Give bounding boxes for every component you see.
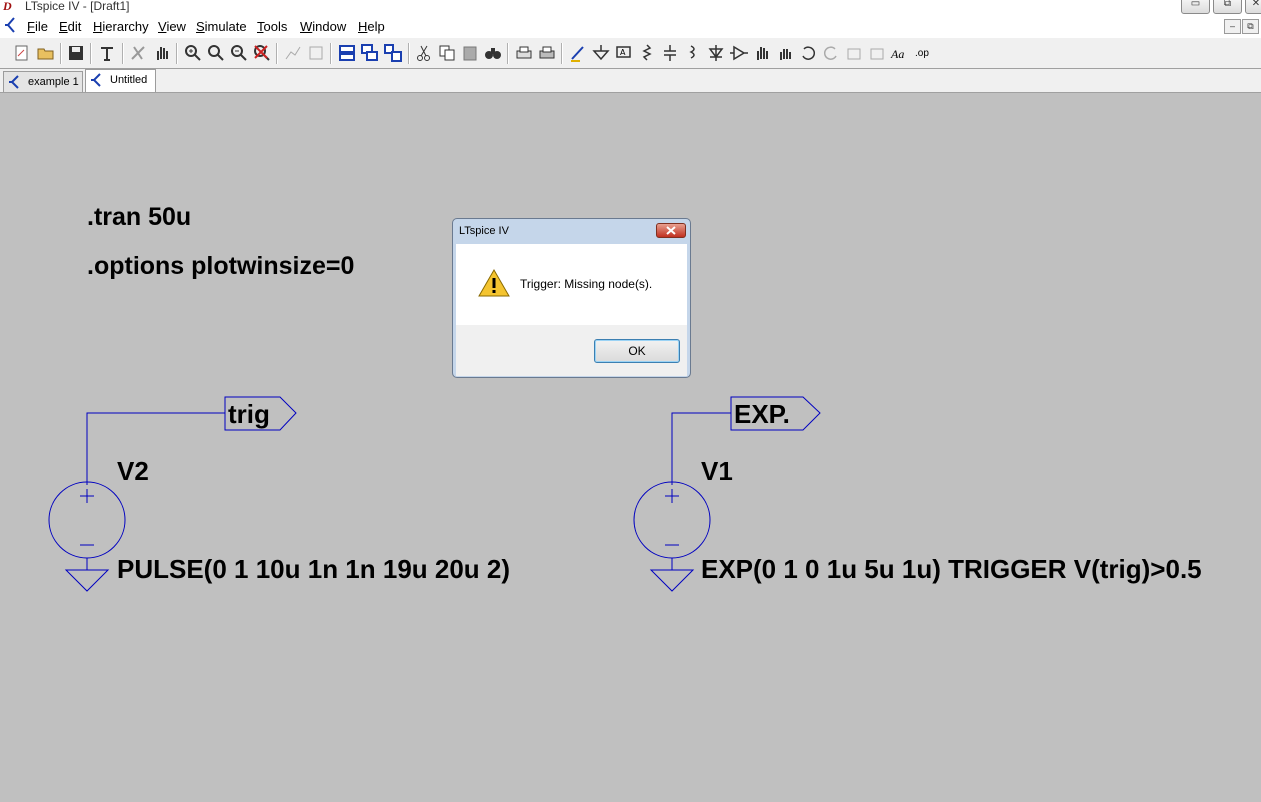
error-dialog: LTspice IV Trigger: Missing node(s). OK	[452, 218, 691, 378]
tab-bar: example 1 Untitled	[0, 69, 1261, 93]
trig-label-text: trig	[228, 399, 270, 429]
find-icon[interactable]	[483, 43, 503, 63]
schematic-icon[interactable]	[4, 17, 18, 36]
v2-voltage-source[interactable]	[48, 481, 126, 559]
dialog-body: Trigger: Missing node(s).	[456, 244, 687, 325]
tab-untitled[interactable]: Untitled	[85, 69, 156, 92]
spice-directive-icon[interactable]: .op	[915, 48, 935, 68]
schematic-icon	[91, 73, 103, 95]
v1-name[interactable]: V1	[701, 456, 733, 487]
schematic-icon	[9, 75, 21, 97]
v1-value[interactable]: EXP(0 1 0 1u 5u 1u) TRIGGER V(trig)>0.5	[701, 554, 1202, 585]
dialog-message: Trigger: Missing node(s).	[520, 277, 653, 291]
zoom-in-icon[interactable]	[183, 43, 203, 63]
resistor-icon[interactable]	[637, 43, 657, 63]
autorange-icon[interactable]	[283, 43, 303, 63]
schematic-drawing	[48, 396, 821, 592]
close-icon	[666, 226, 676, 235]
tile-horizontal-icon[interactable]	[337, 43, 357, 63]
menu-help[interactable]: Help	[358, 19, 385, 34]
tab-label: example 1	[28, 76, 79, 88]
menu-simulate[interactable]: Simulate	[196, 19, 247, 34]
ok-button[interactable]: OK	[594, 339, 680, 363]
v2-ground[interactable]	[64, 558, 110, 592]
hand-icon[interactable]	[152, 43, 172, 63]
mdi-restore-button[interactable]: ⧉	[1242, 19, 1259, 34]
spice-directive-options[interactable]: .options plotwinsize=0	[87, 252, 354, 281]
menu-bar: File Edit Hierarchy View Simulate Tools …	[0, 14, 1261, 38]
dialog-close-button[interactable]	[656, 223, 686, 238]
menu-tools[interactable]: Tools	[257, 19, 287, 34]
component-icon[interactable]	[729, 43, 749, 63]
cascade-icon[interactable]	[360, 43, 380, 63]
svg-text:A: A	[620, 48, 626, 57]
diode-icon[interactable]	[706, 43, 726, 63]
v2-value[interactable]: PULSE(0 1 10u 1n 1n 19u 20u 2)	[117, 554, 510, 585]
v1-ground[interactable]	[649, 558, 695, 592]
v1-voltage-source[interactable]	[633, 481, 711, 559]
run-icon[interactable]	[128, 43, 148, 63]
save-icon[interactable]	[66, 43, 86, 63]
window-title: LTspice IV - [Draft1]	[25, 0, 130, 13]
title-bar: D LTspice IV - [Draft1] ▭ ⧉ ✕	[0, 0, 1261, 14]
tab-example-1[interactable]: example 1	[3, 71, 83, 92]
mirror-icon[interactable]	[867, 43, 887, 63]
minimize-button[interactable]: ▭	[1181, 0, 1210, 14]
print-icon[interactable]	[537, 43, 557, 63]
menu-window[interactable]: Window	[300, 19, 346, 34]
menu-file[interactable]: File	[27, 19, 48, 34]
rotate-icon[interactable]	[844, 43, 864, 63]
print-setup-icon[interactable]	[514, 43, 534, 63]
app-logo: D	[3, 0, 12, 13]
spice-directive-tran[interactable]: .tran 50u	[87, 203, 191, 232]
menu-view[interactable]: View	[158, 19, 186, 34]
v2-name[interactable]: V2	[117, 456, 149, 487]
new-schematic-icon[interactable]	[12, 43, 32, 63]
zoom-out-icon[interactable]	[229, 43, 249, 63]
tile-vertical-icon[interactable]	[383, 43, 403, 63]
paste-icon[interactable]	[460, 43, 480, 63]
schematic-canvas[interactable]: .tran 50u .options plotwinsize=0 trig V2…	[0, 95, 1261, 802]
draw-wire-icon[interactable]	[568, 43, 588, 63]
open-icon[interactable]	[36, 43, 56, 63]
menu-hierarchy[interactable]: Hierarchy	[93, 19, 149, 34]
restore-button[interactable]: ⧉	[1213, 0, 1242, 14]
mdi-minimize-button[interactable]: –	[1224, 19, 1241, 34]
fit-icon[interactable]	[306, 43, 326, 63]
move-icon[interactable]	[752, 43, 772, 63]
menu-edit[interactable]: Edit	[59, 19, 81, 34]
drag-icon[interactable]	[775, 43, 795, 63]
text-icon[interactable]: Aa	[891, 47, 911, 67]
undo-icon[interactable]	[798, 43, 818, 63]
copy-icon[interactable]	[437, 43, 457, 63]
dialog-title: LTspice IV	[459, 225, 509, 237]
zoom-cancel-icon[interactable]	[252, 43, 272, 63]
capacitor-icon[interactable]	[660, 43, 680, 63]
warning-icon	[478, 269, 510, 297]
close-button[interactable]: ✕	[1245, 0, 1261, 14]
toolbar: A Aa .op	[0, 38, 1261, 69]
redo-icon[interactable]	[821, 43, 841, 63]
ground-icon[interactable]	[591, 43, 611, 63]
zoom-fit-icon[interactable]	[206, 43, 226, 63]
label-net-icon[interactable]: A	[614, 43, 634, 63]
v2-net-wire[interactable]	[86, 412, 225, 485]
exp-label-text: EXP.	[734, 399, 790, 429]
control-panel-icon[interactable]	[97, 43, 117, 63]
inductor-icon[interactable]	[683, 43, 703, 63]
tab-label: Untitled	[110, 74, 148, 86]
cut-icon[interactable]	[414, 43, 434, 63]
dialog-footer: OK	[456, 325, 687, 376]
